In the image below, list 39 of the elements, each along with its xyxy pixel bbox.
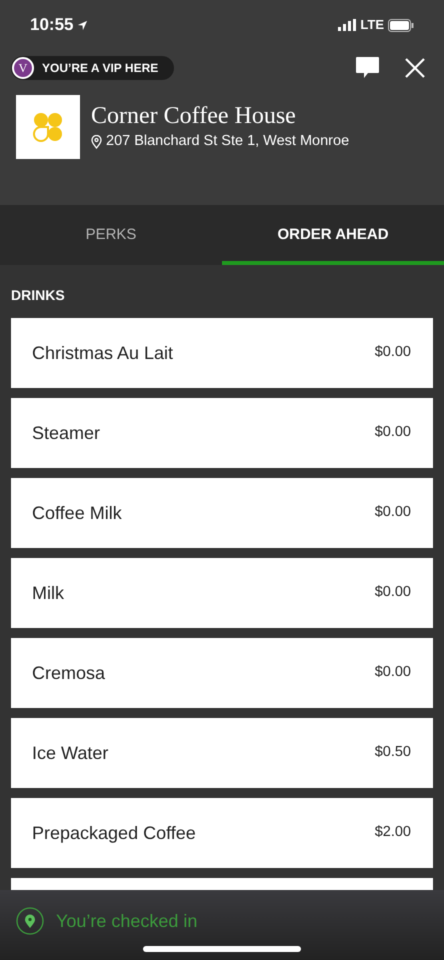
network-label: LTE: [360, 16, 384, 34]
vip-avatar: V: [12, 57, 34, 79]
item-price: $0.00: [374, 423, 411, 442]
menu-item-card[interactable]: Coffee Milk $0.00: [11, 478, 433, 548]
item-price: $0.00: [374, 583, 411, 602]
location-arrow-icon: [77, 20, 88, 30]
location-pin-icon: [16, 907, 44, 935]
clover-icon: [33, 112, 63, 142]
check-in-status: You’re checked in: [56, 910, 198, 932]
section-title: DRINKS: [11, 286, 66, 305]
tab[interactable]: PERKS: [0, 205, 222, 265]
item-name: Cremosa: [32, 662, 106, 684]
location-pin-icon: [91, 135, 102, 149]
menu-item-card[interactable]: Steamer $0.00: [11, 398, 433, 468]
menu-item-card[interactable]: Prepackaged Coffee $2.00: [11, 798, 433, 868]
battery-icon: [388, 18, 414, 32]
store-address: 207 Blanchard St Ste 1, West Monroe: [106, 132, 350, 152]
menu-item-card[interactable]: Christmas Au Lait $0.00: [11, 318, 433, 388]
item-price: $0.00: [374, 503, 411, 522]
item-price: $0.00: [374, 343, 411, 362]
status-time: 10:55: [30, 14, 74, 36]
item-price: $0.00: [374, 663, 411, 682]
item-name: Coffee Milk: [32, 502, 122, 524]
item-name: Prepackaged Coffee: [32, 822, 196, 845]
item-name: Ice Water: [32, 742, 108, 764]
chat-icon[interactable]: [355, 56, 380, 80]
item-name: Christmas Au Lait: [32, 342, 174, 364]
store-name: Corner Coffee House: [91, 102, 297, 132]
item-price: $2.00: [374, 823, 411, 842]
menu-item-card[interactable]: Cremosa $0.00: [11, 638, 433, 708]
close-icon[interactable]: [405, 58, 425, 78]
tab[interactable]: ORDER AHEAD: [222, 205, 444, 265]
item-price: $0.50: [374, 743, 411, 762]
menu-item-card[interactable]: Ice Water $0.50: [11, 718, 433, 788]
menu-item-card[interactable]: Milk $0.00: [11, 558, 433, 628]
vip-label: YOU’RE A VIP HERE: [42, 60, 158, 77]
item-name: Steamer: [32, 422, 100, 444]
item-name: Milk: [32, 582, 64, 604]
signal-icon: [338, 19, 356, 31]
